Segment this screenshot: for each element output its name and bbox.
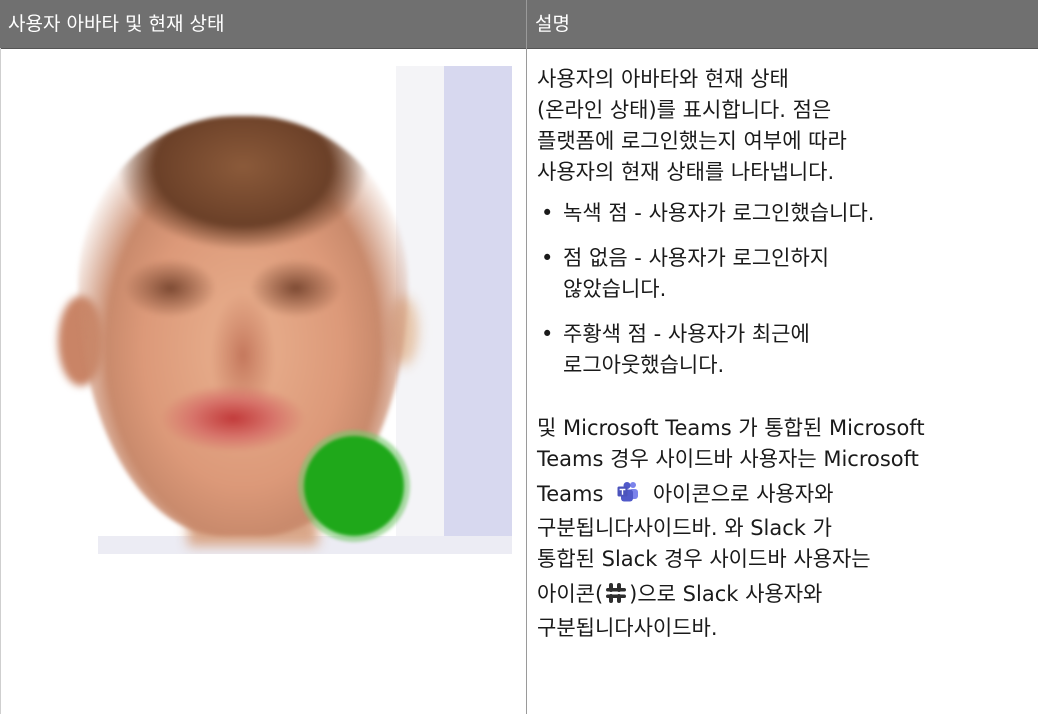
bullet-text: 않았습니다. <box>563 277 667 301</box>
teams-text-before: Teams <box>537 482 604 506</box>
slack-text-before: 아이콘( <box>537 582 604 606</box>
avatar-background-lavender <box>444 66 512 554</box>
microsoft-teams-icon <box>616 480 640 513</box>
bullet-mark: • <box>541 201 554 225</box>
intro-line: 플랫폼에 로그인했는지 여부에 따라 <box>537 129 847 153</box>
column-divider <box>526 0 527 714</box>
bullet-text: 주황색 점 - 사용자가 최근에 <box>563 322 810 346</box>
teams-line: Teams 경우 사이드바 사용자는 Microsoft <box>537 447 919 471</box>
description-table: 사용자 아바타 및 현재 상태 설명 사용자의 아바타와 현재 상태 (온라인 … <box>0 0 1038 714</box>
teams-line: 구분됩니다사이드바. 와 Slack 가 <box>537 516 832 540</box>
bullet-orange-dot: • 주황색 점 - 사용자가 최근에 로그아웃했습니다. <box>537 319 1037 381</box>
teams-text-after: 아이콘으로 사용자와 <box>652 482 834 506</box>
presence-status-dot <box>304 436 404 536</box>
bullet-text: 점 없음 - 사용자가 로그인하지 <box>563 246 830 270</box>
intro-line: 사용자의 현재 상태를 나타냅니다. <box>537 160 835 184</box>
intro-paragraph: 사용자의 아바타와 현재 상태 (온라인 상태)를 표시합니다. 점은 플랫폼에… <box>537 64 1037 188</box>
slack-line-with-icon: 아이콘( )으로 Slack 사용자와 <box>537 579 1037 613</box>
header-avatar-status: 사용자 아바타 및 현재 상태 <box>8 13 225 35</box>
bullet-mark: • <box>541 322 554 346</box>
intro-line: (온라인 상태)를 표시합니다. 점은 <box>537 98 832 122</box>
bullet-text: 녹색 점 - 사용자가 로그인했습니다. <box>563 201 875 225</box>
teams-paragraph: 및 Microsoft Teams 가 통합된 Microsoft Teams … <box>537 413 1037 644</box>
teams-line-with-icon: Teams 아이콘으로 사용자와 <box>537 479 1037 513</box>
teams-line: 및 Microsoft Teams 가 통합된 Microsoft <box>537 416 925 440</box>
slack-line: 구분됩니다사이드바. <box>537 616 718 640</box>
bullet-text: 로그아웃했습니다. <box>563 353 725 377</box>
table-header-row: 사용자 아바타 및 현재 상태 설명 <box>0 0 1038 49</box>
table-left-border <box>0 48 1 714</box>
teams-line: 통합된 Slack 경우 사이드바 사용자는 <box>537 547 871 571</box>
user-avatar-with-status <box>18 66 512 554</box>
header-description: 설명 <box>535 13 570 35</box>
slack-text-after: )으로 Slack 사용자와 <box>629 582 823 606</box>
bullet-no-dot: • 점 없음 - 사용자가 로그인하지 않았습니다. <box>537 243 1037 305</box>
description-cell: 사용자의 아바타와 현재 상태 (온라인 상태)를 표시합니다. 점은 플랫폼에… <box>537 64 1037 644</box>
bullet-green-dot: • 녹색 점 - 사용자가 로그인했습니다. <box>537 198 1037 229</box>
bullet-mark: • <box>541 246 554 270</box>
intro-line: 사용자의 아바타와 현재 상태 <box>537 67 789 91</box>
status-bullet-list: • 녹색 점 - 사용자가 로그인했습니다. • 점 없음 - 사용자가 로그인… <box>537 198 1037 381</box>
slack-icon <box>605 582 627 613</box>
